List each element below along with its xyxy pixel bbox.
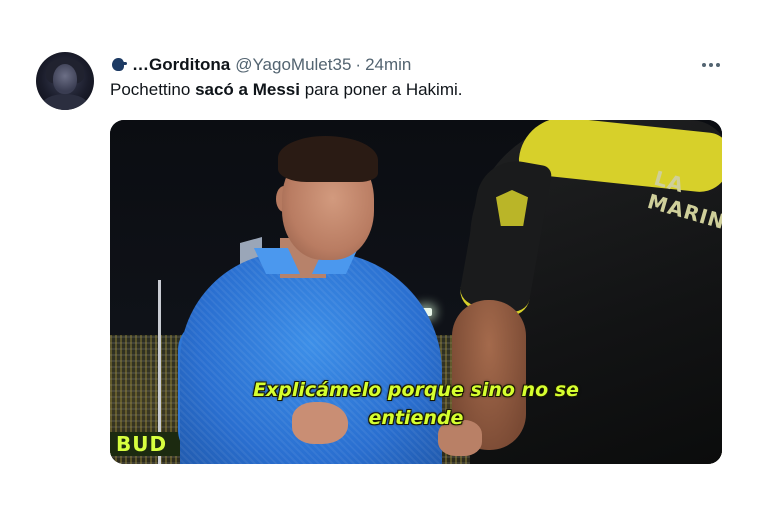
more-options-icon[interactable]: [698, 56, 724, 74]
speaking-head-icon: [110, 56, 128, 74]
tweet-text: Pochettino sacó a Messi para poner a Hak…: [110, 80, 463, 100]
avatar[interactable]: [36, 52, 94, 110]
subtitle-line-1: Explicámelo porque sino no se: [253, 379, 579, 401]
avatar-shoulders: [42, 94, 88, 110]
subtitle-line-2: entiende: [368, 407, 464, 429]
tweet-media-image[interactable]: BUD LA MARIN Explicámelo porque sino no …: [110, 120, 722, 464]
tweet-text-part3: para poner a Hakimi.: [299, 80, 463, 99]
tweet: …Gorditona @YagoMulet35 · 24min Pochetti…: [0, 0, 768, 512]
tweet-text-part1: Pochettino: [110, 80, 196, 99]
user-handle[interactable]: @YagoMulet35: [235, 55, 351, 75]
tweet-header: …Gorditona @YagoMulet35 · 24min: [110, 54, 411, 76]
man-hair: [278, 136, 378, 182]
display-name[interactable]: …Gorditona: [132, 55, 230, 75]
tweet-text-bold: sacó a Messi: [195, 80, 300, 99]
separator-dot: ·: [355, 55, 362, 74]
jersey-crest-icon: [496, 190, 528, 226]
avatar-face: [53, 64, 77, 94]
timestamp[interactable]: 24min: [365, 55, 411, 75]
